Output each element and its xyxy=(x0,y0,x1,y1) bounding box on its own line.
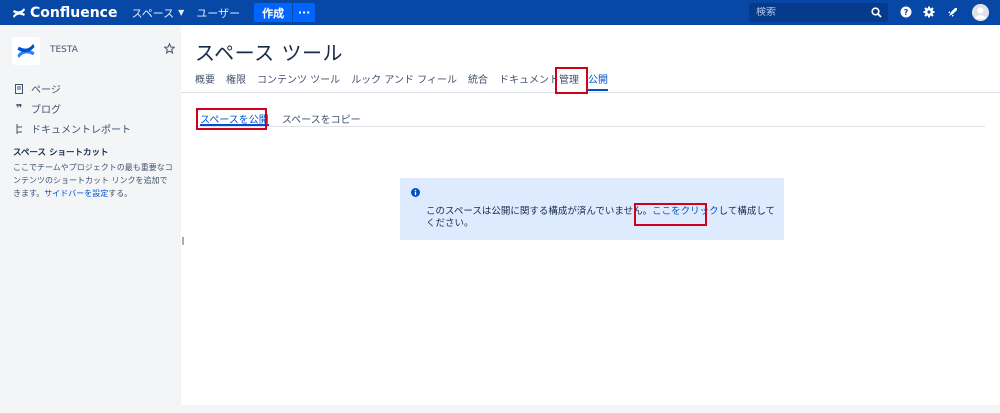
page-footer-strip xyxy=(181,405,1000,413)
highlight-click-here-link xyxy=(634,203,707,226)
shortcuts-description: ここでチームやプロジェクトの最も重要なコンテンツのショートカット リンクを追加で… xyxy=(13,161,173,200)
sidebar-item-label: ページ xyxy=(31,85,61,96)
shortcuts-text-after: する。 xyxy=(108,189,133,198)
subtab-copy-space[interactable]: スペースをコピー xyxy=(282,111,361,126)
app-name: Confluence xyxy=(30,4,118,21)
sidebar-item-blog[interactable]: ❞ ブログ xyxy=(13,101,61,116)
sidebar-collapse-handle[interactable] xyxy=(182,237,184,245)
top-navigation: Confluence スペース ▼ ユーザー 作成 ··· ? xyxy=(0,0,1000,25)
tab-overview[interactable]: 概要 xyxy=(195,71,215,91)
confluence-icon xyxy=(13,7,25,18)
shortcuts-title: スペース ショートカット xyxy=(13,148,109,158)
tabs-divider xyxy=(181,92,1000,93)
tab-look-and-feel[interactable]: ルック アンド フィール xyxy=(351,71,457,91)
tree-icon xyxy=(13,123,25,134)
search-box[interactable] xyxy=(749,3,888,22)
info-text: このスペースは公開に関する構成が済んでいません。ここをクリックして構成してくださ… xyxy=(426,206,782,230)
highlight-publish-subtab xyxy=(196,108,267,130)
gear-icon[interactable] xyxy=(921,4,937,20)
sidebar: TESTA ページ ❞ ブログ ドキュメントレポート スペース ショートカット … xyxy=(0,25,181,413)
user-avatar[interactable] xyxy=(972,4,989,21)
info-icon xyxy=(411,188,420,197)
tab-content-tools[interactable]: コンテンツ ツール xyxy=(257,71,340,91)
search-icon[interactable] xyxy=(871,7,882,18)
help-icon[interactable]: ? xyxy=(898,4,914,20)
star-icon[interactable] xyxy=(164,43,175,54)
users-label: ユーザー xyxy=(196,6,241,20)
page-icon xyxy=(13,83,25,94)
sidebar-item-label: ドキュメントレポート xyxy=(31,125,131,136)
tab-publish[interactable]: 公開 xyxy=(587,71,608,91)
subtabs-divider xyxy=(195,126,985,127)
chevron-down-icon: ▼ xyxy=(178,8,185,17)
confluence-space-icon xyxy=(17,43,35,59)
notifications-icon[interactable] xyxy=(945,4,961,20)
confluence-logo[interactable]: Confluence xyxy=(12,5,117,21)
create-more-button[interactable]: ··· xyxy=(293,3,316,22)
users-menu[interactable]: ユーザー xyxy=(196,5,240,21)
info-text-before: このスペースは公開に関する構成が済んでいません。 xyxy=(426,206,653,217)
search-input[interactable] xyxy=(749,7,864,18)
sidebar-item-label: ブログ xyxy=(31,105,61,116)
highlight-publish-tab xyxy=(555,67,588,94)
tab-permissions[interactable]: 権限 xyxy=(226,71,246,91)
space-name[interactable]: TESTA xyxy=(50,45,78,55)
info-message: このスペースは公開に関する構成が済んでいません。ここをクリックして構成してくださ… xyxy=(400,178,784,240)
spaces-label: スペース xyxy=(131,6,175,20)
user-icon xyxy=(972,4,989,21)
create-button[interactable]: 作成 xyxy=(254,3,293,22)
sidebar-item-pages[interactable]: ページ xyxy=(13,81,61,96)
tab-integrations[interactable]: 統合 xyxy=(468,71,488,91)
configure-sidebar-link[interactable]: サイドバーを設定 xyxy=(44,189,108,198)
svg-text:?: ? xyxy=(904,8,909,17)
space-logo[interactable] xyxy=(12,37,40,65)
quote-icon: ❞ xyxy=(15,102,23,115)
page-title: スペース ツール xyxy=(195,41,343,65)
spaces-menu[interactable]: スペース ▼ xyxy=(131,5,184,21)
sidebar-item-document-report[interactable]: ドキュメントレポート xyxy=(13,121,131,136)
